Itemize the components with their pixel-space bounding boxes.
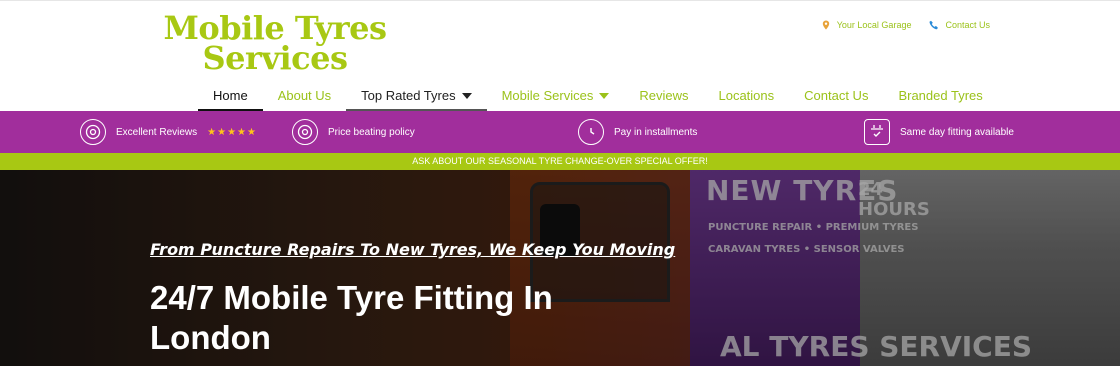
nav-locations-label: Locations xyxy=(718,88,775,103)
nav-home[interactable]: Home xyxy=(198,81,263,112)
nav-about-us[interactable]: About Us xyxy=(263,81,346,112)
nav-branded-tyres[interactable]: Branded Tyres xyxy=(883,81,997,112)
hero-title: 24/7 Mobile Tyre Fitting In London xyxy=(150,279,553,356)
chevron-down-icon xyxy=(599,93,610,99)
feature-price: Price beating policy xyxy=(292,119,415,145)
tyre-icon xyxy=(80,119,106,145)
rating-stars: ★★★★★ xyxy=(207,126,257,138)
nav-mobile-services-label: Mobile Services xyxy=(501,88,594,103)
feature-price-label: Price beating policy xyxy=(328,126,415,138)
top-link-garage-label: Your Local Garage xyxy=(836,20,912,30)
nav-reviews-label: Reviews xyxy=(639,88,689,103)
top-link-contact[interactable]: Contact Us xyxy=(929,20,990,30)
clock-icon xyxy=(578,119,604,145)
main-nav: Home About Us Top Rated Tyres Mobile Ser… xyxy=(198,81,998,112)
promo-banner[interactable]: ASK ABOUT OUR SEASONAL TYRE CHANGE-OVER … xyxy=(0,153,1120,170)
map-pin-icon xyxy=(822,20,829,30)
hero-section: NEW TYRES PUNCTURE REPAIR • PREMIUM TYRE… xyxy=(0,170,1120,366)
hero-subtitle: From Puncture Repairs To New Tyres, We K… xyxy=(150,240,676,259)
nav-home-label: Home xyxy=(213,88,248,103)
feature-same-day: Same day fitting available xyxy=(864,119,1014,145)
nav-mobile-services[interactable]: Mobile Services xyxy=(487,81,625,112)
feature-installments: Pay in installments xyxy=(578,119,697,145)
feature-same-day-label: Same day fitting available xyxy=(900,126,1014,138)
nav-branded-label: Branded Tyres xyxy=(898,88,983,103)
nav-reviews[interactable]: Reviews xyxy=(624,81,703,112)
feature-installments-label: Pay in installments xyxy=(614,126,698,138)
brand-line-2: Services xyxy=(202,39,348,77)
top-link-contact-label: Contact Us xyxy=(945,20,990,30)
site-header: Mobile Tyres Services Your Local Garage … xyxy=(0,0,1120,111)
phone-icon xyxy=(929,20,939,30)
brand-logo[interactable]: Mobile Tyres Services xyxy=(144,12,406,77)
nav-about-label: About Us xyxy=(277,88,332,103)
nav-contact-us[interactable]: Contact Us xyxy=(789,81,883,112)
calendar-check-icon xyxy=(864,119,890,145)
nav-contact-label: Contact Us xyxy=(804,88,869,103)
features-bar: Excellent Reviews ★★★★★ Price beating po… xyxy=(0,111,1120,153)
feature-reviews: Excellent Reviews ★★★★★ xyxy=(80,119,257,145)
promo-text: ASK ABOUT OUR SEASONAL TYRE CHANGE-OVER … xyxy=(412,156,708,166)
nav-locations[interactable]: Locations xyxy=(703,81,789,112)
chevron-down-icon xyxy=(461,93,472,99)
tyre-icon xyxy=(292,119,318,145)
nav-top-rated-label: Top Rated Tyres xyxy=(361,88,456,103)
nav-top-rated-tyres[interactable]: Top Rated Tyres xyxy=(346,81,488,112)
top-links: Your Local Garage Contact Us xyxy=(821,20,990,30)
feature-reviews-label: Excellent Reviews xyxy=(116,126,198,138)
top-link-garage[interactable]: Your Local Garage xyxy=(821,20,912,30)
